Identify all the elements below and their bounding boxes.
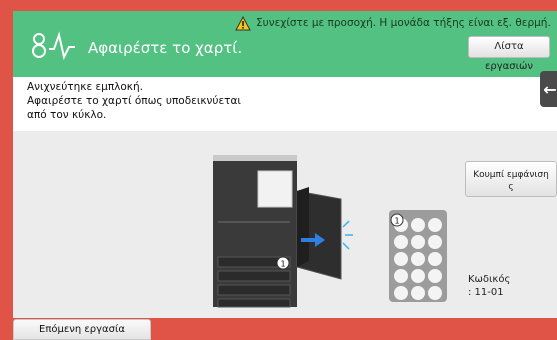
code-value: : 11-01 [468,287,504,298]
next-job-button[interactable]: Επόμενη εργασία [13,319,151,340]
display-button[interactable]: Κουμπί εμφάνιση ς [465,161,557,197]
panel-marker-label: 1 [394,217,399,226]
jam-location-label: 1 [280,260,285,269]
code-label: Κωδικός [468,274,511,285]
control-panel-screen: Συνεχίστε με προσοχή. Η μονάδα τήξης είν… [13,11,557,318]
device-frame: Συνεχίστε με προσοχή. Η μονάδα τήξης είν… [0,0,557,340]
display-button-line1: Κουμπί εμφάνιση [473,169,549,180]
display-button-line2: ς [508,181,514,192]
